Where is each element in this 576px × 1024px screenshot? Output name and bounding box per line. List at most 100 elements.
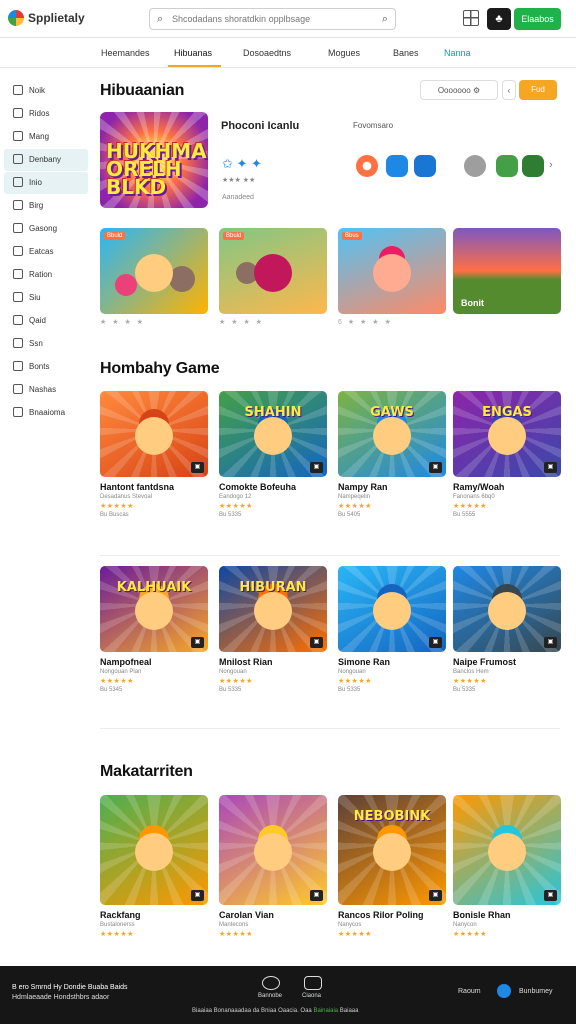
doc-icon (13, 246, 23, 256)
footer-nav-icon[interactable] (262, 976, 280, 990)
sidebar-item-14[interactable]: Nashas (4, 379, 88, 401)
sidebar-item-3[interactable]: Mang (4, 126, 88, 148)
game-card[interactable]: ▣ Simone Ran Nongouan ★★★★★ Bu 5335 (338, 566, 446, 693)
app-icon-4[interactable] (464, 155, 486, 177)
footer-chat-icon[interactable] (304, 976, 322, 990)
game-title: Comokte Bofeuha (219, 482, 297, 492)
footer-right-label[interactable]: Raoum (458, 988, 481, 995)
game-card[interactable]: KALHUAIK ▣ Nampofneal Nongouan Plan ★★★★★ Bu … (100, 566, 208, 693)
next-arrow-icon[interactable]: › (549, 159, 553, 171)
badge-icon: ▣ (429, 637, 442, 648)
badge-icon: ▣ (310, 637, 323, 648)
nav-tab-4[interactable]: Mogues (328, 48, 360, 58)
featured-title[interactable]: Phoconi Icanlu (221, 120, 299, 132)
nav-tab-6[interactable]: Nanna (444, 48, 471, 58)
character-art (135, 591, 173, 630)
nav-tab-1[interactable]: Heemandes (101, 48, 150, 58)
sidebar-item-12[interactable]: Ssn (4, 333, 88, 355)
game-card[interactable]: GAWS ▣ Nampy Ran Nampeqelin ★★★★★ Bu 5405 (338, 391, 446, 518)
game-card-art: HIBURAN ▣ (219, 566, 327, 652)
badge-icon: ▣ (544, 462, 557, 473)
footer-globe-icon[interactable] (497, 984, 511, 998)
grid-view-icon[interactable] (463, 10, 479, 26)
game-title: Bonisle Rhan (453, 910, 511, 920)
account-button[interactable]: ♣ (487, 8, 511, 30)
mini-card-4[interactable]: Bonit (453, 228, 561, 314)
game-card[interactable]: ▣ Carolan Vian Mantecons ★★★★★ (219, 795, 327, 940)
folder-icon (13, 361, 23, 371)
sidebar-label: Birg (29, 201, 44, 210)
box-icon (13, 315, 23, 325)
sidebar-item-1[interactable]: Noik (4, 80, 88, 102)
game-card[interactable]: SHAHIN ▣ Comokte Bofeuha Eandogo 12 ★★★★★ Bu … (219, 391, 327, 518)
window-icon (13, 200, 23, 210)
filter-dropdown[interactable]: Ooooooo ⚙ (420, 80, 498, 100)
sidebar-item-2[interactable]: Ridos (4, 103, 88, 125)
game-stars: ★★★★★ (453, 931, 487, 938)
game-subtitle: Fanonans 6bq0 (453, 494, 495, 500)
game-card-art: ENGAS ▣ (453, 391, 561, 477)
sidebar-item-5[interactable]: Inio (4, 172, 88, 194)
sidebar-item-11[interactable]: Qaid (4, 310, 88, 332)
sidebar-item-13[interactable]: Bonts (4, 356, 88, 378)
nav-tab-2[interactable]: Hibuanas (174, 48, 212, 58)
app-icon-1[interactable] (356, 155, 378, 177)
character-art (254, 253, 292, 292)
signin-button[interactable]: Elaabos (514, 8, 561, 30)
card-rating: 6 ★ ★ ★ ★ (338, 319, 393, 326)
app-logo[interactable]: Spplietaly (8, 10, 85, 26)
game-card[interactable]: HIBURAN ▣ Mnilost Rian Nongouan ★★★★★ Bu 5335 (219, 566, 327, 693)
app-icon-5[interactable] (496, 155, 518, 177)
game-card[interactable]: ▣ Hantont fantdsna Desadanus Stevoal ★★★★★ B… (100, 391, 208, 518)
art-title: NEBOBINK (353, 809, 431, 824)
footer-legal-link[interactable]: Bainaiaia (313, 1008, 338, 1014)
game-card-art: KALHUAIK ▣ (100, 566, 208, 652)
nav-tab-3[interactable]: Dosoaedtns (243, 48, 291, 58)
sidebar-label: Inio (29, 178, 42, 187)
game-meta: Bu Buscas (100, 512, 129, 518)
game-stars: ★★★★★ (100, 931, 134, 938)
sidebar-item-9[interactable]: Ration (4, 264, 88, 286)
game-card[interactable]: ENGAS ▣ Ramy/Woah Fanonans 6bq0 ★★★★★ Bu 5555 (453, 391, 561, 518)
search-input[interactable]: ⌕ Shcodadans shoratdkin opplbsage ⌕ (149, 8, 396, 30)
nav-tab-5[interactable]: Banes (393, 48, 419, 58)
mini-card-3[interactable]: Bbus (338, 228, 446, 314)
orange-action-button[interactable]: Fud (519, 80, 557, 100)
mini-card-art: Bbus (338, 228, 446, 314)
game-stars: ★★★★★ (219, 931, 253, 938)
game-card[interactable]: ▣ Rackfang Bustalonerss ★★★★★ (100, 795, 208, 940)
filter-label: Ooooooo (437, 86, 471, 95)
footer-right-label-2[interactable]: Bunbumey (519, 988, 552, 995)
featured-game-art[interactable]: HUKHMAK ORELH BLKD (100, 112, 208, 208)
card-rating: ★ ★ ★ ★ (219, 319, 264, 326)
section-title: Hombahy Game (100, 360, 220, 377)
art-title: KALHUAIK (116, 580, 192, 595)
sidebar-item-7[interactable]: Gasong (4, 218, 88, 240)
sidebar-item-15[interactable]: Bnaaioma (4, 402, 88, 424)
app-icon-6[interactable] (522, 155, 544, 177)
footer-line-1: B ero Smrnd Hy Dondie Buaba Baids (12, 984, 128, 991)
badge-icon: ▣ (310, 462, 323, 473)
badge-icon: ▣ (191, 462, 204, 473)
search-submit-icon[interactable]: ⌕ (382, 13, 388, 26)
game-card[interactable]: ▣ Bonisle Rhan Nanycon ★★★★★ (453, 795, 561, 940)
menu-icon (13, 131, 23, 141)
game-stars: ★★★★★ (100, 678, 134, 685)
art-title: SHAHIN (244, 405, 302, 420)
game-meta: Bu 5345 (100, 687, 123, 693)
game-subtitle: Nampeqelin (338, 494, 371, 500)
game-card[interactable]: NEBOBINK ▣ Rancos Rilor Poling Nanycos ★★★★★ (338, 795, 446, 940)
featured-small-text: Aanadeed (222, 194, 254, 201)
app-icon-2[interactable] (386, 155, 408, 177)
prev-arrow-icon[interactable]: ‹ (502, 80, 516, 100)
mini-card-art: Bonit (453, 228, 561, 314)
mini-card-2[interactable]: Bbuld (219, 228, 327, 314)
game-card[interactable]: ▣ Naipe Frumost Banclos Hem ★★★★★ Bu 5335 (453, 566, 561, 693)
game-title: Mnilost Rian (219, 657, 273, 667)
sidebar-item-6[interactable]: Birg (4, 195, 88, 217)
app-icon-3[interactable] (414, 155, 436, 177)
sidebar-item-4[interactable]: Denbany (4, 149, 88, 171)
mini-card-1[interactable]: Bbuld (100, 228, 208, 314)
sidebar-item-10[interactable]: Siu (4, 287, 88, 309)
sidebar-item-8[interactable]: Eatcas (4, 241, 88, 263)
